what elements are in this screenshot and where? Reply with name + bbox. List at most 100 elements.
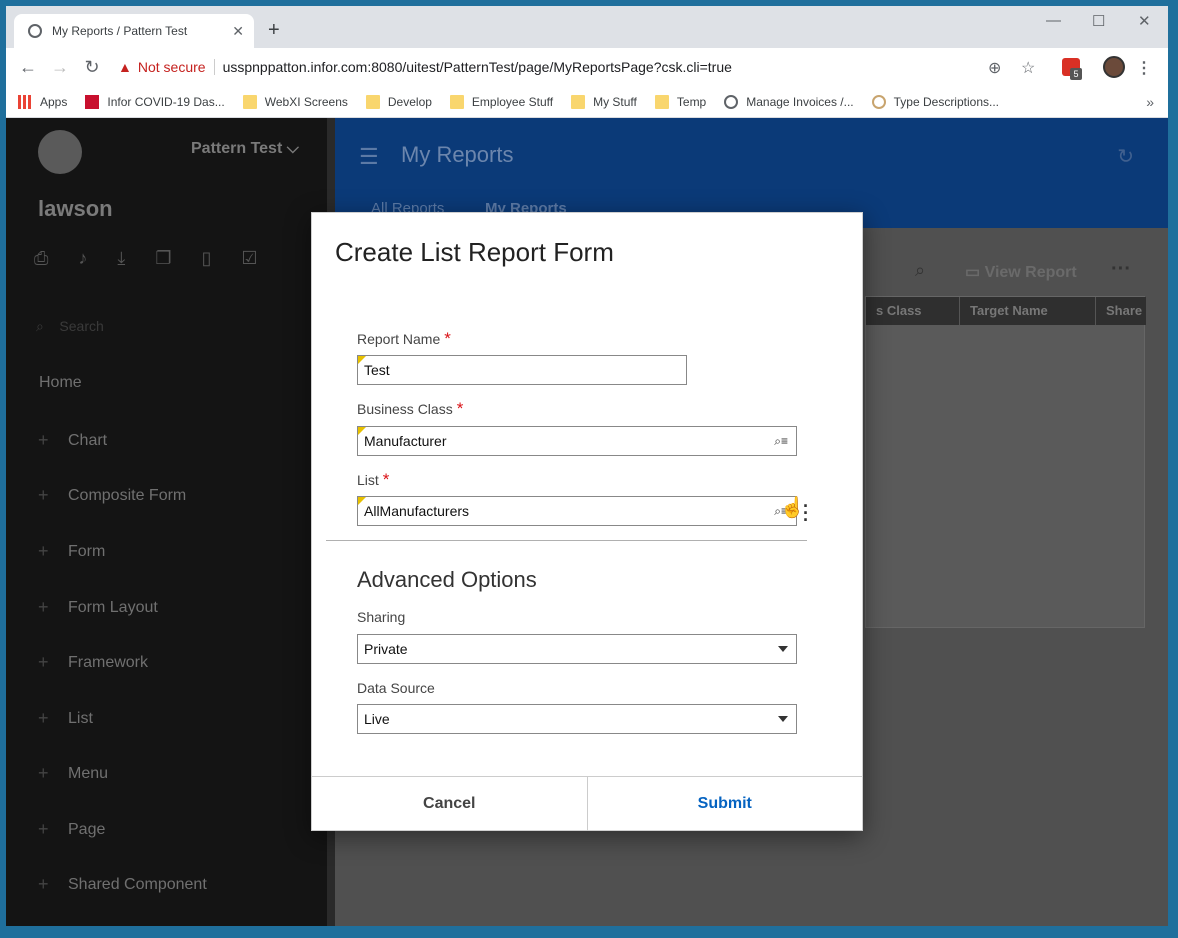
back-arrow-icon[interactable]: ←	[12, 57, 44, 78]
required-marker: *	[456, 399, 464, 418]
download-icon[interactable]: ⤓	[117, 248, 125, 269]
chevron-down-icon	[778, 716, 788, 722]
list-input[interactable]: AllManufacturers ⌕≡	[357, 496, 797, 526]
bookmark-type-descriptions[interactable]: Type Descriptions...	[871, 94, 999, 109]
browser-tab[interactable]: My Reports / Pattern Test ✕	[14, 14, 254, 48]
folder-icon	[654, 94, 669, 109]
business-class-label: Business Class *	[357, 399, 464, 418]
chevron-down-icon	[778, 646, 788, 652]
bookmark-employee-stuff[interactable]: Employee Stuff	[449, 94, 553, 109]
divider	[326, 540, 807, 541]
folder-icon	[365, 94, 380, 109]
create-list-report-dialog: Create List Report Form Report Name * Tes…	[311, 212, 863, 831]
reports-grid: s Class Target Name Share	[865, 296, 1146, 628]
app-menu[interactable]: Pattern Test ⌵	[191, 140, 299, 158]
sidebar-item-form-layout[interactable]: + Form Layout	[38, 597, 158, 618]
browser-menu-icon[interactable]: ⋮	[1136, 58, 1152, 78]
bookmarks-overflow-icon[interactable]: »	[1146, 94, 1154, 110]
submit-button[interactable]: Submit	[588, 777, 863, 831]
column-business-class[interactable]: s Class	[866, 297, 960, 325]
plus-icon: +	[38, 763, 49, 783]
tab-title: My Reports / Pattern Test	[52, 24, 188, 38]
reload-icon[interactable]: ↻	[76, 57, 108, 78]
folder-icon	[449, 94, 464, 109]
new-tab-button[interactable]: +	[268, 19, 280, 42]
divider	[213, 59, 215, 75]
close-window-icon[interactable]: ✕	[1138, 12, 1151, 30]
sharing-select[interactable]: Private	[357, 634, 797, 664]
advanced-options-heading: Advanced Options	[357, 567, 537, 592]
sidebar-item-chart[interactable]: + Chart	[38, 430, 107, 451]
required-corner-indicator	[358, 427, 366, 435]
folder-icon	[242, 94, 257, 109]
plus-icon: +	[38, 652, 49, 672]
plus-icon: +	[38, 485, 49, 505]
sidebar-search[interactable]: ⌕ Search	[36, 318, 104, 335]
bookmark-develop[interactable]: Develop	[365, 94, 432, 109]
page-title: My Reports	[401, 142, 514, 167]
report-name-input[interactable]: Test	[357, 355, 687, 385]
plus-icon: +	[38, 819, 49, 839]
address-bar[interactable]: ▲ Not secure usspnppatton.infor.com:8080…	[118, 54, 998, 80]
bookmark-infor-covid[interactable]: Infor COVID-19 Das...	[85, 94, 225, 109]
bookmark-manage-invoices[interactable]: Manage Invoices /...	[724, 94, 854, 109]
sharing-label: Sharing	[357, 609, 406, 625]
sidebar-item-list[interactable]: + List	[38, 708, 93, 729]
infor-icon	[85, 94, 100, 109]
forward-arrow-icon[interactable]: →	[44, 57, 76, 78]
required-marker: *	[444, 329, 451, 348]
sidebar-item-shared-component[interactable]: + Shared Component	[38, 874, 207, 895]
bookmark-apps[interactable]: Apps	[18, 94, 67, 109]
copy-icon[interactable]: ❐	[155, 248, 171, 269]
profile-avatar[interactable]	[1103, 56, 1125, 78]
tab-strip: My Reports / Pattern Test ✕ + — ☐ ✕	[6, 6, 1168, 48]
sidebar: Pattern Test ⌵ lawson ⎙ ♪ ⤓ ❐ ▯ ☑ ⌕ Sear…	[6, 118, 327, 926]
data-source-select[interactable]: Live	[357, 704, 797, 734]
sidebar-item-composite-form[interactable]: + Composite Form	[38, 485, 186, 506]
bookmark-webxi[interactable]: WebXI Screens	[242, 94, 348, 109]
user-avatar[interactable]	[38, 130, 82, 174]
plus-icon: +	[38, 541, 49, 561]
bell-icon[interactable]: ♪	[78, 248, 87, 269]
zoom-icon[interactable]: ⊕	[988, 58, 1001, 78]
plus-icon: +	[38, 874, 49, 894]
grid-header: s Class Target Name Share	[866, 297, 1146, 325]
lookup-icon[interactable]: ⌕≡	[774, 427, 788, 455]
security-label[interactable]: Not secure	[138, 59, 206, 75]
view-report-button[interactable]: ▭ View Report	[965, 262, 1077, 282]
plus-icon: +	[38, 430, 49, 450]
globe-icon	[28, 24, 42, 38]
bookmark-temp[interactable]: Temp	[654, 94, 706, 109]
cancel-button[interactable]: Cancel	[312, 777, 588, 831]
star-icon[interactable]: ☆	[1021, 58, 1035, 78]
data-source-label: Data Source	[357, 680, 435, 696]
sidebar-toolbar: ⎙ ♪ ⤓ ❐ ▯ ☑	[34, 248, 258, 269]
column-target-name[interactable]: Target Name	[960, 297, 1096, 325]
user-name: lawson	[38, 196, 113, 221]
column-share[interactable]: Share	[1096, 297, 1146, 325]
more-icon[interactable]: ···	[1111, 258, 1131, 281]
sidebar-item-menu[interactable]: + Menu	[38, 763, 108, 784]
report-name-label: Report Name *	[357, 329, 451, 348]
minimize-icon[interactable]: —	[1046, 12, 1061, 29]
bookmark-my-stuff[interactable]: My Stuff	[571, 94, 637, 109]
globe-icon	[724, 94, 739, 109]
business-class-input[interactable]: Manufacturer ⌕≡	[357, 426, 797, 456]
search-icon[interactable]: ⌕	[915, 260, 925, 281]
checkbox-icon[interactable]: ☑	[241, 248, 257, 269]
list-label: List *	[357, 470, 390, 489]
maximize-icon[interactable]: ☐	[1092, 12, 1105, 30]
sidebar-item-home[interactable]: Home	[39, 374, 82, 392]
print-icon[interactable]: ⎙	[34, 248, 48, 269]
close-tab-icon[interactable]: ✕	[232, 23, 244, 40]
hamburger-icon[interactable]: ☰	[359, 144, 379, 170]
sidebar-item-framework[interactable]: + Framework	[38, 652, 148, 673]
sidebar-item-form[interactable]: + Form	[38, 541, 105, 562]
refresh-icon[interactable]: ↻	[1117, 144, 1134, 169]
hand-cursor-icon: ☝	[780, 497, 805, 519]
url-text[interactable]: usspnppatton.infor.com:8080/uitest/Patte…	[223, 59, 732, 75]
sidebar-item-page[interactable]: + Page	[38, 819, 105, 840]
browser-toolbar: ← → ↻ ▲ Not secure usspnppatton.infor.co…	[6, 48, 1168, 86]
bookmarks-bar: Apps Infor COVID-19 Das... WebXI Screens…	[6, 86, 1168, 118]
document-icon[interactable]: ▯	[202, 248, 212, 269]
